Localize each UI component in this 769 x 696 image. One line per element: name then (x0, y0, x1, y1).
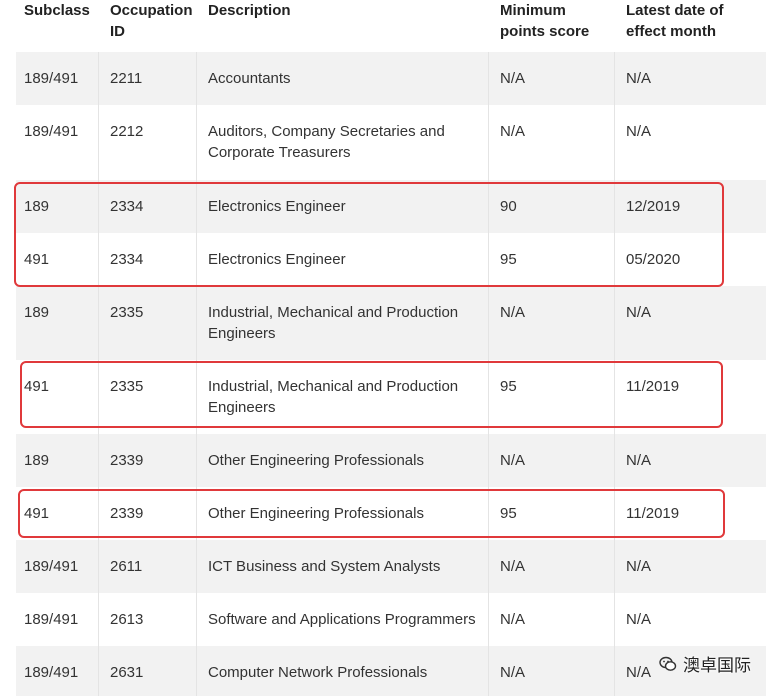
cell-latest-date: N/A (626, 452, 652, 469)
cell-occupation-id: 2631 (110, 664, 144, 681)
cell-min-points: 95 (500, 378, 517, 395)
cell-description: ICT Business and System Analysts (208, 558, 441, 575)
cell-description: Computer Network Professionals (208, 664, 428, 681)
cell-occupation-id: 2339 (110, 505, 144, 522)
cell-description: Electronics Engineer (208, 251, 346, 268)
cell-subclass: 189/491 (24, 558, 79, 575)
table-row: 491 2335 Industrial, Mechanical and Prod… (16, 360, 766, 434)
brand-name: 澳卓国际 (683, 656, 751, 676)
header-occupation-id: Occupation ID (110, 2, 193, 40)
cell-subclass: 189/491 (24, 664, 79, 681)
table-row: 189 2339 Other Engineering Professionals… (16, 434, 766, 487)
cell-occupation-id: 2335 (110, 378, 144, 395)
table-header: Subclass Occupation ID Description Minim… (16, 0, 766, 52)
cell-description: Other Engineering Professionals (208, 452, 424, 469)
cell-description: Accountants (208, 70, 291, 87)
cell-latest-date: 11/2019 (626, 378, 680, 395)
table-row: 491 2334 Electronics Engineer 95 05/2020 (16, 233, 766, 286)
cell-subclass: 491 (24, 505, 50, 522)
cell-min-points: N/A (500, 664, 526, 681)
cell-description: Software and Applications Programmers (208, 611, 476, 628)
cell-subclass: 189 (24, 452, 50, 469)
cell-min-points: 95 (500, 251, 517, 268)
cell-min-points: N/A (500, 70, 526, 87)
cell-latest-date: 11/2019 (626, 505, 680, 522)
cell-latest-date: N/A (626, 611, 652, 628)
brand-watermark: 澳卓国际 (659, 651, 751, 676)
table-row: 189/491 2631 Computer Network Profession… (16, 646, 766, 696)
cell-min-points: 90 (500, 198, 517, 215)
cell-occupation-id: 2613 (110, 611, 144, 628)
cell-subclass: 491 (24, 378, 50, 395)
cell-min-points: N/A (500, 123, 526, 140)
cell-latest-date: N/A (626, 304, 652, 321)
cell-description: Auditors, Company Secretaries and Corpor… (208, 123, 445, 161)
header-latest-date: Latest date of effect month (626, 2, 724, 40)
table-row: 189/491 2212 Auditors, Company Secretari… (16, 105, 766, 180)
header-min-points: Minimum points score (500, 2, 590, 40)
cell-description: Electronics Engineer (208, 198, 346, 215)
cell-occupation-id: 2334 (110, 251, 144, 268)
cell-latest-date: 12/2019 (626, 198, 681, 215)
cell-subclass: 189 (24, 198, 50, 215)
cell-subclass: 189/491 (24, 70, 79, 87)
cell-latest-date: N/A (626, 558, 652, 575)
table-row: 189/491 2613 Software and Applications P… (16, 593, 766, 646)
table-row: 189/491 2611 ICT Business and System Ana… (16, 540, 766, 593)
cell-latest-date: N/A (626, 70, 652, 87)
cell-subclass: 189/491 (24, 123, 79, 140)
cell-min-points: N/A (500, 452, 526, 469)
cell-subclass: 491 (24, 251, 50, 268)
wechat-icon (659, 655, 677, 673)
cell-subclass: 189 (24, 304, 50, 321)
cell-occupation-id: 2334 (110, 198, 144, 215)
header-description: Description (208, 2, 291, 19)
cell-min-points: N/A (500, 304, 526, 321)
cell-description: Other Engineering Professionals (208, 505, 424, 522)
table-row: 189/491 2211 Accountants N/A N/A (16, 52, 766, 105)
cell-latest-date: N/A (626, 123, 652, 140)
cell-occupation-id: 2611 (110, 558, 143, 575)
cell-occupation-id: 2335 (110, 304, 144, 321)
header-subclass: Subclass (24, 2, 90, 19)
cell-occupation-id: 2212 (110, 123, 144, 140)
cell-latest-date: 05/2020 (626, 251, 681, 268)
cell-min-points: N/A (500, 611, 526, 628)
table-row: 189 2335 Industrial, Mechanical and Prod… (16, 286, 766, 360)
table-row: 491 2339 Other Engineering Professionals… (16, 487, 766, 540)
occupation-table: Subclass Occupation ID Description Minim… (16, 0, 766, 696)
table-row: 189 2334 Electronics Engineer 90 12/2019 (16, 180, 766, 233)
cell-occupation-id: 2339 (110, 452, 144, 469)
cell-description: Industrial, Mechanical and Production En… (208, 304, 459, 342)
cell-subclass: 189/491 (24, 611, 79, 628)
cell-min-points: N/A (500, 558, 526, 575)
cell-description: Industrial, Mechanical and Production En… (208, 378, 459, 416)
cell-occupation-id: 2211 (110, 70, 143, 87)
cell-min-points: 95 (500, 505, 517, 522)
